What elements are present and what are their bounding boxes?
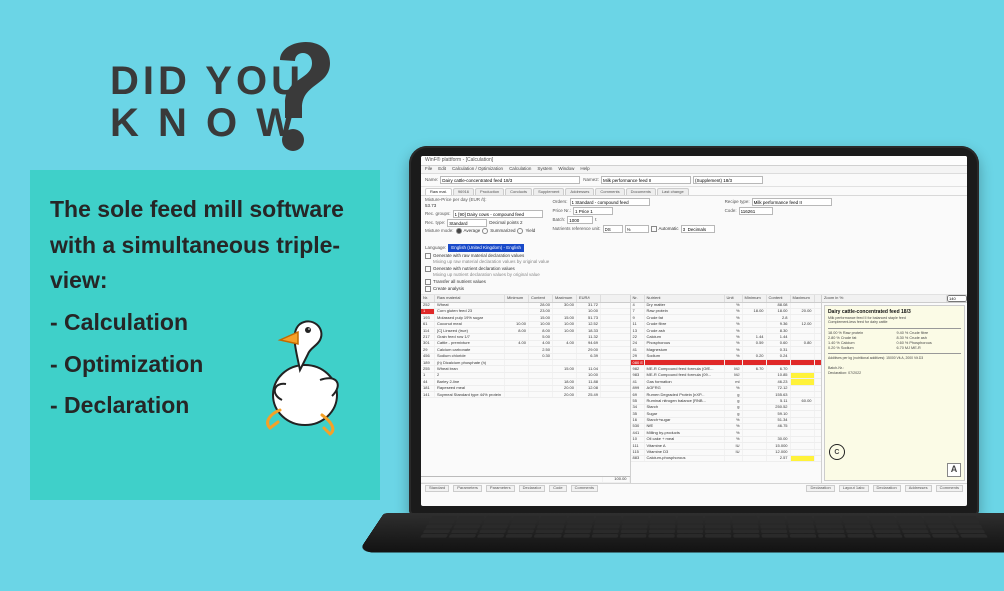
declaration-col: Zoom in %: Dairy cattle-concentrated fee… [822,295,967,483]
zoom-label: Zoom in %: [822,295,947,302]
group-label: Rec. groups: [425,212,451,217]
menu-calc[interactable]: Calculation [509,167,531,172]
btab-r-addr[interactable]: Addresses [905,485,932,491]
name-label: Name: [425,178,438,183]
type-field[interactable] [447,219,487,227]
decl-subtitle2: Complement-less feed for dairy cattle [828,320,961,325]
titlebar: WinF® plattform - [Calculation] [421,156,967,166]
ce-mark-icon: C [829,444,845,460]
menu-edit[interactable]: Edit [438,167,446,172]
mix-label: Mixture mode: [425,229,454,234]
mix-yield-radio[interactable]: Yield [517,228,535,234]
question-mark-icon [260,28,350,158]
menu-window[interactable]: Window [558,167,574,172]
name-field[interactable] [440,176,580,184]
btab-param2[interactable]: Parameters [486,485,515,491]
laptop-body: WinF® plattform - [Calculation] File Edi… [409,146,979,516]
raw-material-grid: Nr.Raw materialMinimumContentMaximumEUR/… [421,295,631,483]
btab-code[interactable]: Code [549,485,567,491]
tab-lastchange[interactable]: Last change [657,188,689,195]
tab-production[interactable]: Production [475,188,504,195]
type-decimal: Decimal points 2 [489,221,522,226]
tab-supplement[interactable]: Supplement [533,188,564,195]
name2-field[interactable] [601,176,691,184]
laptop-base [357,513,1004,553]
btab-declarator[interactable]: Declarator [519,485,545,491]
mix-avg-radio[interactable]: Average [456,228,481,234]
menu-calc-opt[interactable]: Calculation / Optimization [452,167,503,172]
recipe-label: Recipe type: [725,200,750,205]
table-row[interactable]: 141Soymeal Standard type 44% protein20.0… [421,392,630,398]
auto-check[interactable]: Automatic [651,226,679,232]
table-row[interactable]: 883Calcium-phosphorous2.57 [631,456,821,462]
btab-r-comm[interactable]: Comments [936,485,963,491]
lang-label: Language: [425,246,446,251]
price1-label: Price Nr.: [553,209,572,214]
laptop: WinF® plattform - [Calculation] File Edi… [384,86,1004,591]
name2-extra-field[interactable] [693,176,763,184]
batch-unit: t [595,218,596,223]
opt1b: Mixing up raw material declaration value… [425,260,549,265]
btab-standard[interactable]: Standard [425,485,449,491]
decimals-field[interactable] [681,225,715,233]
lang-field[interactable]: English (United Kingdom) - English [448,244,524,252]
a-logo: A [947,463,961,477]
nut-pct-field[interactable] [625,225,649,233]
name2-label: Name2: [583,178,599,183]
info-panel: The sole feed mill software with a simul… [30,170,380,500]
nut-field[interactable] [603,225,623,233]
menu-help[interactable]: Help [580,167,589,172]
order-label: Orders: [553,200,568,205]
tab-96916[interactable]: 96916 [453,188,474,195]
batch-field[interactable] [567,216,593,224]
zoom-field[interactable] [947,295,967,302]
decl-footer: Additives per kg (nutritional additives)… [828,356,961,360]
goose-illustration [250,310,360,440]
bottom-tabs: Standard Parameters Parameters Declarato… [421,483,967,492]
batch-label: Batch: [553,218,566,223]
btab-r-decl2[interactable]: Declaration [873,485,901,491]
keyboard [420,516,988,538]
nut-label: Nutrients reference unit: [553,227,601,232]
options-row: Mixture-Price per day (EUR /t): 53.73 Re… [421,196,967,295]
decl-date: Declaration: 07/2022 [828,371,861,375]
price1-field[interactable] [573,207,613,215]
panel-lead: The sole feed mill software with a simul… [50,192,360,299]
decl-row: 6.70 MJ ME-R [896,346,961,351]
name-bar: Name: Name2: [421,174,967,187]
mix-sum-radio[interactable]: Summarized [482,228,515,234]
type-label: Rec. type: [425,221,445,226]
tab-addresses[interactable]: Addresses [565,188,594,195]
tabs: Raw mat. 96916 Production Conducts Suppl… [421,187,967,196]
menu-file[interactable]: File [425,167,432,172]
tab-documents[interactable]: Documents [626,188,656,195]
app-title: WinF® plattform - [Calculation] [425,158,493,164]
price-value: 53.73 [425,204,543,209]
code-label: Code: [725,209,737,214]
recipe-field[interactable] [752,198,832,206]
btab-r-decl[interactable]: Declaration [806,485,834,491]
btab-param1[interactable]: Parameters [453,485,482,491]
menu-bar: File Edit Calculation / Optimization Cal… [421,166,967,174]
opt4-check[interactable]: Create analysis [425,286,549,292]
btab-r-layout[interactable]: Layout 1abc [839,485,869,491]
tab-comments[interactable]: Comments [595,188,624,195]
btab-comments[interactable]: Comments [571,485,598,491]
group-field[interactable] [453,210,543,218]
left-total: 100.00 [603,477,630,482]
decl-batch: Batch-Nr.: [828,366,844,370]
menu-system[interactable]: System [537,167,552,172]
order-field[interactable] [570,198,650,206]
opt3-check[interactable]: Transfer all nutrient values [425,279,549,285]
app-window: WinF® plattform - [Calculation] File Edi… [421,156,967,506]
tab-conducts[interactable]: Conducts [505,188,532,195]
triple-view: Nr.Raw materialMinimumContentMaximumEUR/… [421,295,967,483]
declaration-preview: Dairy cattle-concentrated feed 18/3 Milk… [824,305,965,481]
decl-row: 0.20 % Sodium [828,346,893,351]
code-field[interactable] [739,207,773,215]
nutrient-grid: Nr.NutrientUnitMinimumContentMaximum 4Dr… [631,295,822,483]
opt2b: Mixing up nutrient declaration values by… [425,273,549,278]
tab-rawmat[interactable]: Raw mat. [425,188,452,195]
